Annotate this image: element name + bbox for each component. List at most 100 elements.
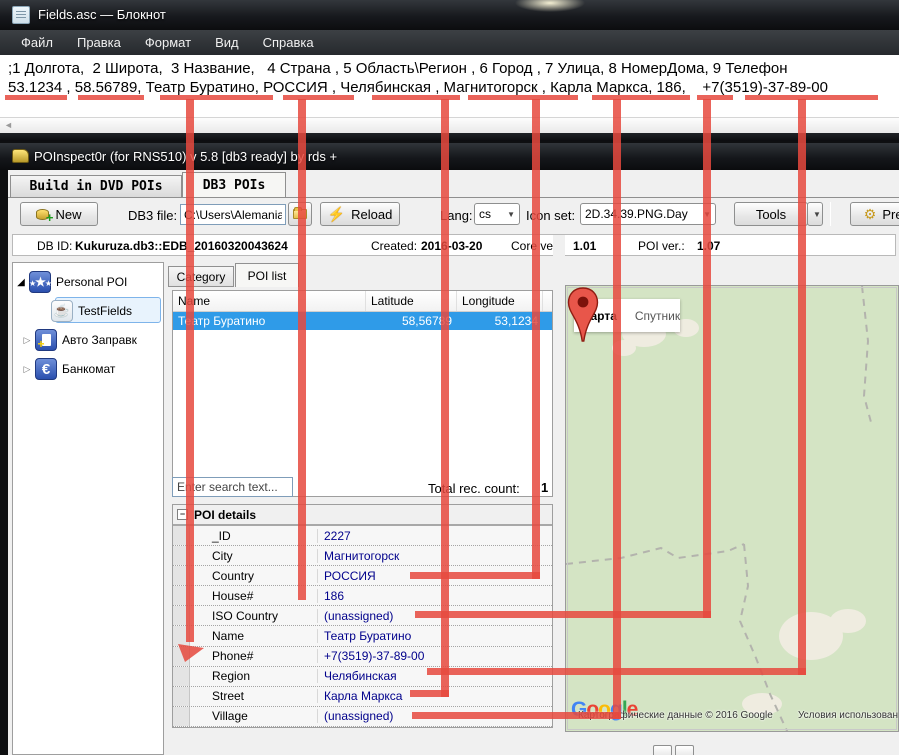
tree-item-label: Авто Заправк <box>62 333 137 347</box>
poi-details-title: POI details <box>194 508 256 522</box>
notepad-horizontal-scrollbar[interactable]: ◄ <box>0 117 899 133</box>
tree-item-label: Personal POI <box>56 275 127 289</box>
tree-item-auto-zapravka[interactable]: ▷ Авто Заправк <box>19 329 137 351</box>
row-header-cell <box>173 707 190 726</box>
tree-collapsed-icon[interactable]: ▷ <box>19 335 35 346</box>
poi-details-header[interactable]: POI details <box>173 505 552 526</box>
db3-file-label: DB3 file: <box>128 208 177 223</box>
detail-field-label: Phone# <box>190 649 318 663</box>
new-button[interactable]: New <box>20 202 98 226</box>
tree-expanded-icon[interactable]: ◢ <box>13 277 29 288</box>
underline-name-value <box>160 95 273 100</box>
notepad-window-title: Fields.asc — Блокнот <box>38 7 166 22</box>
detail-row[interactable]: CityМагнитогорск <box>173 546 552 566</box>
toolbar: New DB3 file: ⚡ Reload Lang: cs ▼ Icon s… <box>8 198 899 232</box>
detail-field-value: Карла Маркса <box>318 689 402 703</box>
tree-collapsed-icon[interactable]: ▷ <box>19 364 35 375</box>
menu-item[interactable]: Правка <box>66 32 132 53</box>
db3-file-input[interactable] <box>180 204 286 225</box>
new-database-icon <box>36 209 49 220</box>
tree-item-testfields[interactable]: ☕ TestFields <box>35 300 132 322</box>
tools-dropdown-button[interactable]: ▼ <box>807 202 823 226</box>
iconset-select[interactable]: 2D.34.39.PNG.Day ▼ <box>580 203 716 225</box>
connector-house <box>703 99 711 618</box>
personal-poi-icon: ★★★ <box>29 271 51 293</box>
underline-latitude-value <box>78 95 144 100</box>
map-terms-link[interactable]: Условия использован <box>798 710 898 721</box>
partial-button[interactable] <box>675 745 694 755</box>
map-marker-pin[interactable] <box>566 286 600 344</box>
poi-details-rows: _ID2227CityМагнитогорскCountryРОССИЯHous… <box>173 526 552 727</box>
preferences-button[interactable]: ⚙ Pref <box>850 202 899 226</box>
connector-region-horizontal <box>410 690 449 697</box>
notepad-window-border <box>0 133 899 141</box>
connector-street-horizontal <box>412 712 621 719</box>
partial-button[interactable] <box>653 745 672 755</box>
tree-item-bankomat[interactable]: ▷ € Банкомат <box>19 358 115 380</box>
tab-db3-pois[interactable]: DB3 POIs <box>182 172 286 197</box>
underline-city-value <box>468 95 578 100</box>
cell-longitude: 53,1234 <box>457 312 543 330</box>
lang-select[interactable]: cs ▼ <box>474 203 520 225</box>
detail-row[interactable]: Phone#+7(3519)-37-89-00 <box>173 647 552 667</box>
lang-selected-value: cs <box>479 207 491 221</box>
detail-row[interactable]: House#186 <box>173 586 552 606</box>
menu-item[interactable]: Формат <box>134 32 202 53</box>
menu-item[interactable]: Вид <box>204 32 250 53</box>
connector-phone-horizontal <box>427 668 806 675</box>
csv-data-line: 53.1234 , 58.56789, Театр Буратино, РОСС… <box>8 79 828 96</box>
scroll-left-arrow-icon[interactable]: ◄ <box>4 120 13 130</box>
titlebar-glass-highlight <box>515 0 585 12</box>
gear-icon: ⚙ <box>864 206 877 223</box>
tree-item-label: Банкомат <box>62 362 115 376</box>
panel-splitter[interactable] <box>553 235 565 728</box>
notepad-titlebar[interactable]: Fields.asc — Блокнот <box>0 0 899 30</box>
underline-street-value <box>592 95 690 100</box>
reload-button[interactable]: ⚡ Reload <box>320 202 400 226</box>
detail-row[interactable]: _ID2227 <box>173 526 552 546</box>
arrow-to-name-row <box>176 638 206 664</box>
detail-field-label: Street <box>190 689 318 703</box>
reload-button-label: Reload <box>351 207 392 222</box>
tree-item-personal-poi[interactable]: ◢ ★★★ Personal POI <box>13 271 127 293</box>
menu-item[interactable]: Файл <box>10 32 64 53</box>
detail-row[interactable]: NameТеатр Буратино <box>173 626 552 646</box>
table-row-selected[interactable]: Театр Буратино 58,56789 53,1234 <box>173 312 552 330</box>
detail-field-value: Магнитогорск <box>318 549 399 563</box>
table-header-row[interactable]: Name Latitude Longitude <box>173 291 552 312</box>
connector-house-horizontal <box>415 611 711 618</box>
core-ver-value: 1.01 <box>573 239 596 253</box>
satellite-button[interactable]: Спутник <box>626 309 689 323</box>
chevron-down-icon: ▼ <box>813 210 821 219</box>
app-icon <box>12 149 29 163</box>
tab-poi-list[interactable]: POI list <box>235 263 299 287</box>
total-rec-count-value: 1 <box>541 480 548 495</box>
menu-item[interactable]: Справка <box>252 32 325 53</box>
connector-region <box>441 99 449 697</box>
notepad-text-area[interactable]: ;1 Долгота, 2 Широта, 3 Название, 4 Стра… <box>0 55 899 117</box>
connector-city-horizontal <box>410 572 540 579</box>
coffee-cup-icon: ☕ <box>51 300 73 322</box>
lightning-icon: ⚡ <box>328 206 345 223</box>
detail-field-value: Челябинская <box>318 669 397 683</box>
detail-field-label: Name <box>190 629 318 643</box>
notepad-icon <box>12 6 30 24</box>
category-tree-panel: ◢ ★★★ Personal POI ☕ TestFields ▷ Авто З… <box>12 262 164 755</box>
tab-build-in-dvd-pois[interactable]: Build in DVD POIs <box>10 175 182 197</box>
iconset-selected-value: 2D.34.39.PNG.Day <box>585 207 688 221</box>
connector-country <box>298 99 306 600</box>
app-titlebar[interactable]: POInspect0r (for RNS510) v 5.8 [db3 read… <box>0 143 899 170</box>
detail-row[interactable]: StreetКарла Маркса <box>173 687 552 707</box>
tab-category[interactable]: Category <box>168 266 234 287</box>
new-button-label: New <box>55 207 81 222</box>
detail-field-value: 2227 <box>318 529 351 543</box>
detail-field-label: Village <box>190 709 318 723</box>
column-header-longitude[interactable]: Longitude <box>457 291 543 311</box>
underline-country-value <box>283 95 354 100</box>
csv-header-line: ;1 Долгота, 2 Широта, 3 Название, 4 Стра… <box>8 60 788 77</box>
row-header-cell <box>173 667 190 686</box>
column-header-name[interactable]: Name <box>173 291 366 311</box>
tools-button[interactable]: Tools <box>734 202 808 226</box>
screenshot-stage: Fields.asc — Блокнот ФайлПравкаФорматВид… <box>0 0 899 755</box>
created-value: 2016-03-20 <box>421 239 482 253</box>
